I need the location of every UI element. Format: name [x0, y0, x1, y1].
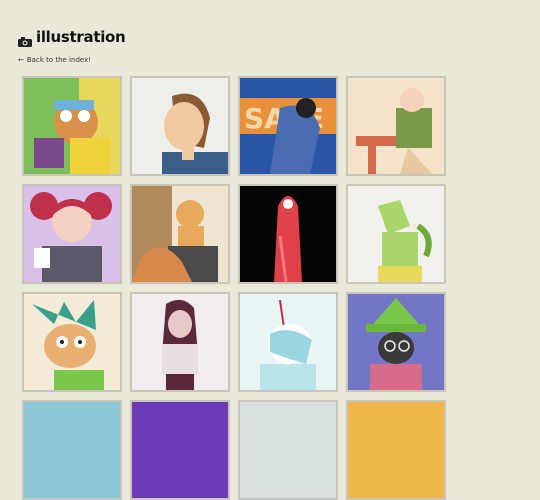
thumbnail-16[interactable]: [346, 400, 446, 500]
page-title: illustration: [36, 28, 126, 46]
thumbnail-7[interactable]: [238, 184, 338, 284]
thumbnail-8[interactable]: [346, 184, 446, 284]
thumbnail-12[interactable]: [346, 292, 446, 392]
arrow-left-icon: ←: [18, 56, 24, 64]
thumbnail-9[interactable]: [22, 292, 122, 392]
thumbnail-13[interactable]: [22, 400, 122, 500]
thumbnail-15[interactable]: [238, 400, 338, 500]
thumbnail-3[interactable]: SAFE: [238, 76, 338, 176]
thumbnail-14[interactable]: [130, 400, 230, 500]
camera-icon: [18, 32, 32, 47]
page-header: illustration: [18, 28, 126, 47]
thumbnail-10[interactable]: [130, 292, 230, 392]
thumbnail-6[interactable]: [130, 184, 230, 284]
thumbnail-4[interactable]: [346, 76, 446, 176]
back-link[interactable]: ← Back to the index!: [18, 56, 91, 64]
thumbnail-11[interactable]: [238, 292, 338, 392]
thumbnail-2[interactable]: [130, 76, 230, 176]
thumbnail-1[interactable]: [22, 76, 122, 176]
gallery-grid: SAFE: [22, 76, 446, 500]
thumbnail-5[interactable]: [22, 184, 122, 284]
back-link-label: Back to the index!: [26, 56, 92, 64]
